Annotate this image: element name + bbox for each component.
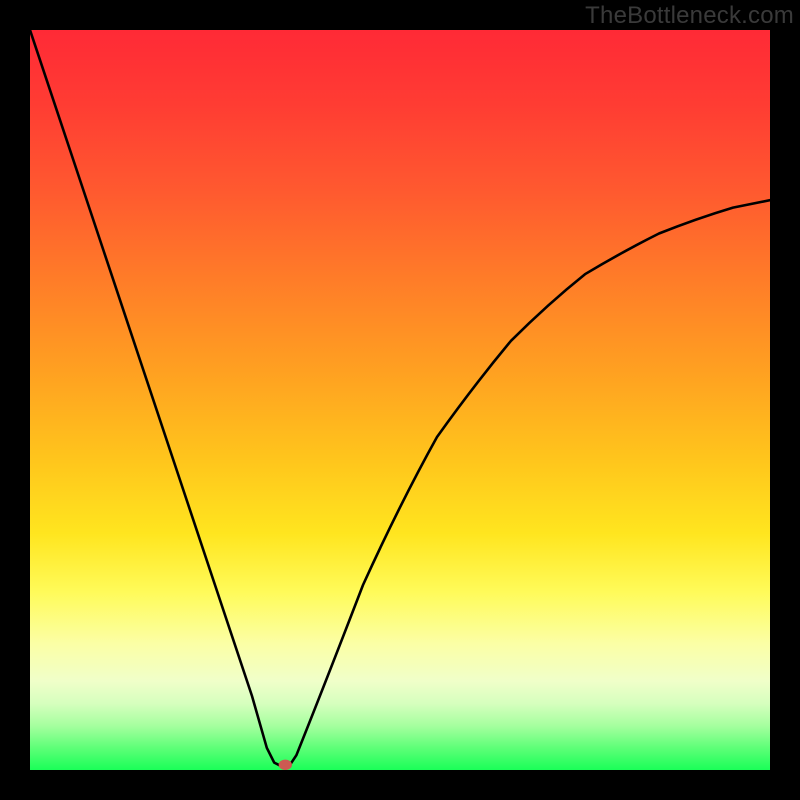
watermark-text: TheBottleneck.com xyxy=(585,2,794,30)
plot-svg xyxy=(30,30,770,770)
marker-dot xyxy=(279,760,292,770)
bottleneck-curve xyxy=(30,30,770,766)
chart-frame: TheBottleneck.com xyxy=(0,0,800,800)
plot-area xyxy=(30,30,770,770)
